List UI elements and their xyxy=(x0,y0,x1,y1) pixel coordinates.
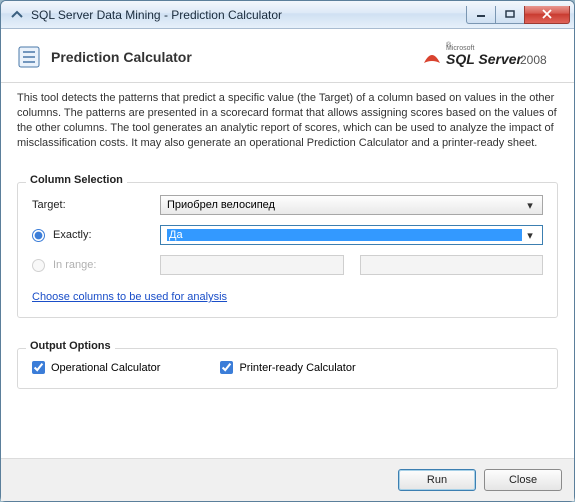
close-dialog-button[interactable]: Close xyxy=(484,469,562,491)
in-range-from-input xyxy=(160,255,344,275)
output-options-legend: Output Options xyxy=(26,340,115,352)
calculator-list-icon xyxy=(17,45,41,69)
brand-year: 2008 xyxy=(520,53,547,67)
exactly-label: Exactly: xyxy=(53,229,92,241)
printer-ready-checkbox[interactable] xyxy=(220,361,233,374)
svg-text:®: ® xyxy=(446,41,452,49)
description-text: This tool detects the patterns that pred… xyxy=(1,83,574,154)
exactly-radio[interactable] xyxy=(32,229,45,242)
page-title: Prediction Calculator xyxy=(51,49,418,65)
minimize-button[interactable] xyxy=(466,6,496,24)
in-range-radio-row: In range: xyxy=(32,259,160,272)
in-range-label: In range: xyxy=(53,259,96,271)
sql-server-brand-logo: Microsoft SQL Server 2008 ® xyxy=(418,39,558,74)
chevron-down-icon: ▾ xyxy=(522,229,538,242)
printer-ready-label: Printer-ready Calculator xyxy=(239,362,355,374)
target-value: Приобрел велосипед xyxy=(167,199,522,211)
maximize-button[interactable] xyxy=(495,6,525,24)
brand-main: SQL Server xyxy=(446,51,524,67)
operational-calculator-checkbox[interactable] xyxy=(32,361,45,374)
in-range-to-input xyxy=(360,255,544,275)
target-combobox[interactable]: Приобрел велосипед ▾ xyxy=(160,195,543,215)
column-selection-legend: Column Selection xyxy=(26,174,127,186)
dialog-footer: Run Close xyxy=(1,458,574,501)
exactly-value: Да xyxy=(167,229,522,241)
window-title: SQL Server Data Mining - Prediction Calc… xyxy=(31,8,467,22)
window-buttons xyxy=(467,6,570,24)
in-range-radio xyxy=(32,259,45,272)
titlebar[interactable]: SQL Server Data Mining - Prediction Calc… xyxy=(1,1,574,29)
app-icon xyxy=(9,7,25,23)
column-selection-group: Column Selection Target: Приобрел велоси… xyxy=(17,182,558,318)
operational-calculator-checkbox-row[interactable]: Operational Calculator xyxy=(32,361,160,374)
dialog-header: Prediction Calculator Microsoft SQL Serv… xyxy=(1,29,574,83)
run-button[interactable]: Run xyxy=(398,469,476,491)
operational-calculator-label: Operational Calculator xyxy=(51,362,160,374)
dialog-body: Column Selection Target: Приобрел велоси… xyxy=(1,154,574,458)
output-options-group: Output Options Operational Calculator Pr… xyxy=(17,348,558,389)
target-label: Target: xyxy=(32,199,160,211)
close-button[interactable] xyxy=(524,6,570,24)
dialog-window: SQL Server Data Mining - Prediction Calc… xyxy=(0,0,575,502)
exactly-radio-row[interactable]: Exactly: xyxy=(32,229,160,242)
choose-columns-link[interactable]: Choose columns to be used for analysis xyxy=(32,285,227,303)
printer-ready-checkbox-row[interactable]: Printer-ready Calculator xyxy=(220,361,355,374)
chevron-down-icon: ▾ xyxy=(522,199,538,212)
exactly-combobox[interactable]: Да ▾ xyxy=(160,225,543,245)
